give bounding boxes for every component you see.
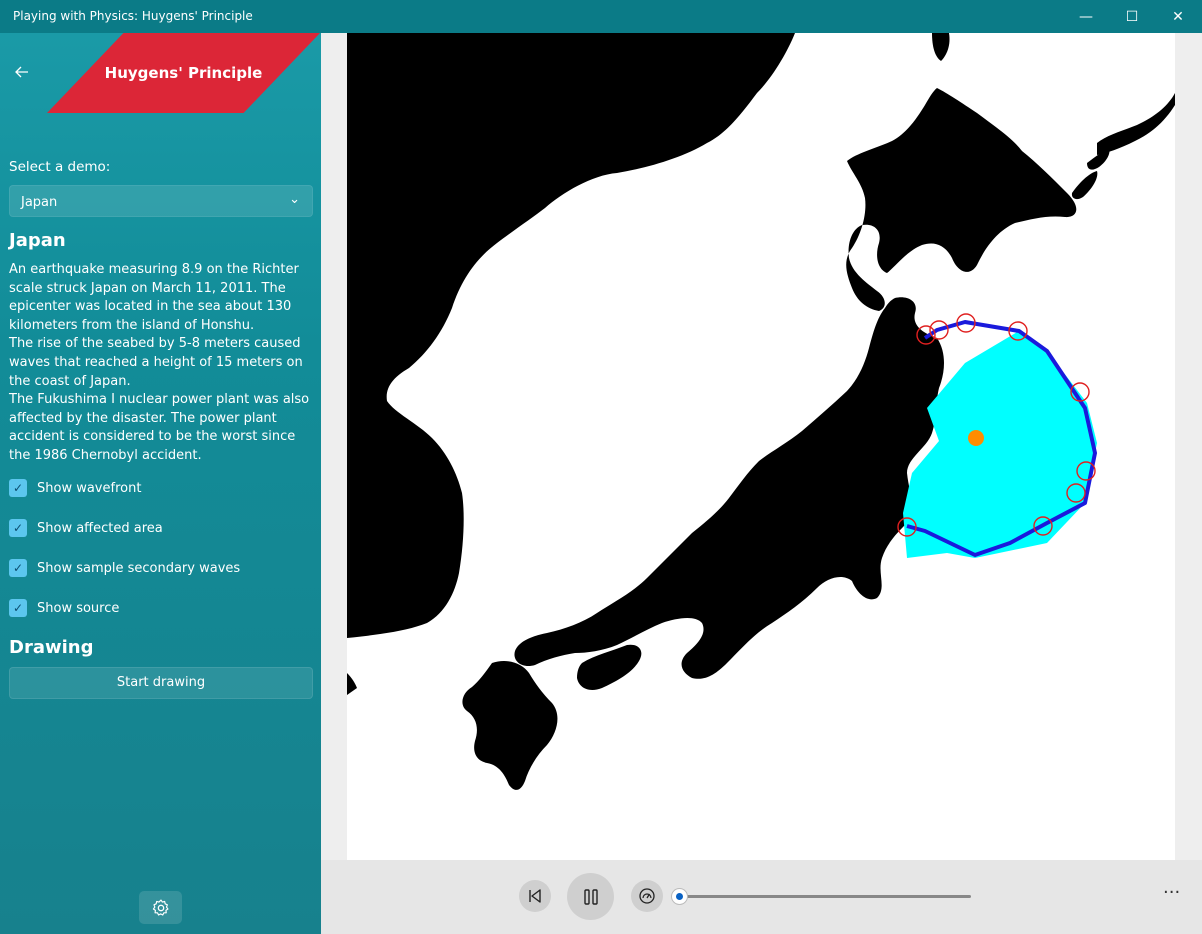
sakhalin-island xyxy=(932,33,950,61)
checkbox-label: Show affected area xyxy=(37,520,163,536)
sidebar: Huygens' Principle Select a demo: Japan … xyxy=(0,33,321,934)
japan-map xyxy=(347,33,1175,790)
checkbox-show-wavefront[interactable]: ✓ Show wavefront xyxy=(9,477,141,499)
checkbox-show-source[interactable]: ✓ Show source xyxy=(9,597,119,619)
checkbox-checked-icon: ✓ xyxy=(9,479,27,497)
maximize-icon: ☐ xyxy=(1125,8,1139,25)
speed-button[interactable] xyxy=(631,880,663,912)
arrow-left-icon xyxy=(15,66,28,78)
simulation-canvas[interactable] xyxy=(347,33,1175,860)
speedometer-icon xyxy=(639,888,655,904)
checkbox-show-secondary-waves[interactable]: ✓ Show sample secondary waves xyxy=(9,557,240,579)
checkbox-checked-icon: ✓ xyxy=(9,559,27,577)
start-drawing-button[interactable]: Start drawing xyxy=(9,667,313,699)
time-slider-thumb[interactable] xyxy=(672,889,687,904)
window-title: Playing with Physics: Huygens' Principle xyxy=(13,9,253,23)
gear-icon xyxy=(152,899,168,916)
rewind-button[interactable] xyxy=(519,880,551,912)
checkbox-label: Show wavefront xyxy=(37,480,142,496)
description-paragraph: The rise of the seabed by 5-8 meters cau… xyxy=(9,336,303,389)
settings-button[interactable] xyxy=(139,891,182,924)
drawing-heading: Drawing xyxy=(9,637,94,658)
checkbox-show-affected-area[interactable]: ✓ Show affected area xyxy=(9,517,163,539)
banner-title: Huygens' Principle xyxy=(104,64,263,82)
demo-heading: Japan xyxy=(9,230,66,251)
maximize-button[interactable]: ☐ xyxy=(1109,0,1155,33)
more-button[interactable]: ··· xyxy=(1163,882,1180,903)
playback-bar: ··· xyxy=(321,860,1202,934)
minimize-button[interactable]: — xyxy=(1063,0,1109,33)
close-button[interactable]: ✕ xyxy=(1155,0,1201,33)
demo-select[interactable]: Japan ⌄ xyxy=(9,185,313,217)
minimize-icon: — xyxy=(1079,8,1093,25)
checkbox-label: Show source xyxy=(37,600,120,616)
kyushu-island xyxy=(462,661,558,790)
demo-select-value: Japan xyxy=(21,195,58,210)
chevron-down-icon: ⌄ xyxy=(289,192,300,207)
banner: Huygens' Principle xyxy=(47,33,320,113)
time-slider-track[interactable] xyxy=(679,895,971,898)
select-demo-label: Select a demo: xyxy=(9,159,111,175)
demo-description: An earthquake measuring 8.9 on the Richt… xyxy=(9,261,315,466)
pause-icon xyxy=(583,888,598,905)
more-horizontal-icon: ··· xyxy=(1163,882,1181,903)
honshu-island xyxy=(514,297,944,679)
description-paragraph: An earthquake measuring 8.9 on the Richt… xyxy=(9,262,299,333)
close-icon: ✕ xyxy=(1172,8,1184,25)
checkbox-label: Show sample secondary waves xyxy=(37,560,241,576)
checkbox-checked-icon: ✓ xyxy=(9,599,27,617)
checkbox-checked-icon: ✓ xyxy=(9,519,27,537)
description-paragraph: The Fukushima I nuclear power plant was … xyxy=(9,392,310,463)
hokkaido-island xyxy=(846,88,1077,311)
title-bar: Playing with Physics: Huygens' Principle… xyxy=(0,0,1202,33)
pause-button[interactable] xyxy=(567,873,614,920)
skip-back-icon xyxy=(529,889,541,903)
back-button[interactable] xyxy=(15,63,29,82)
epicenter-source xyxy=(968,430,984,446)
